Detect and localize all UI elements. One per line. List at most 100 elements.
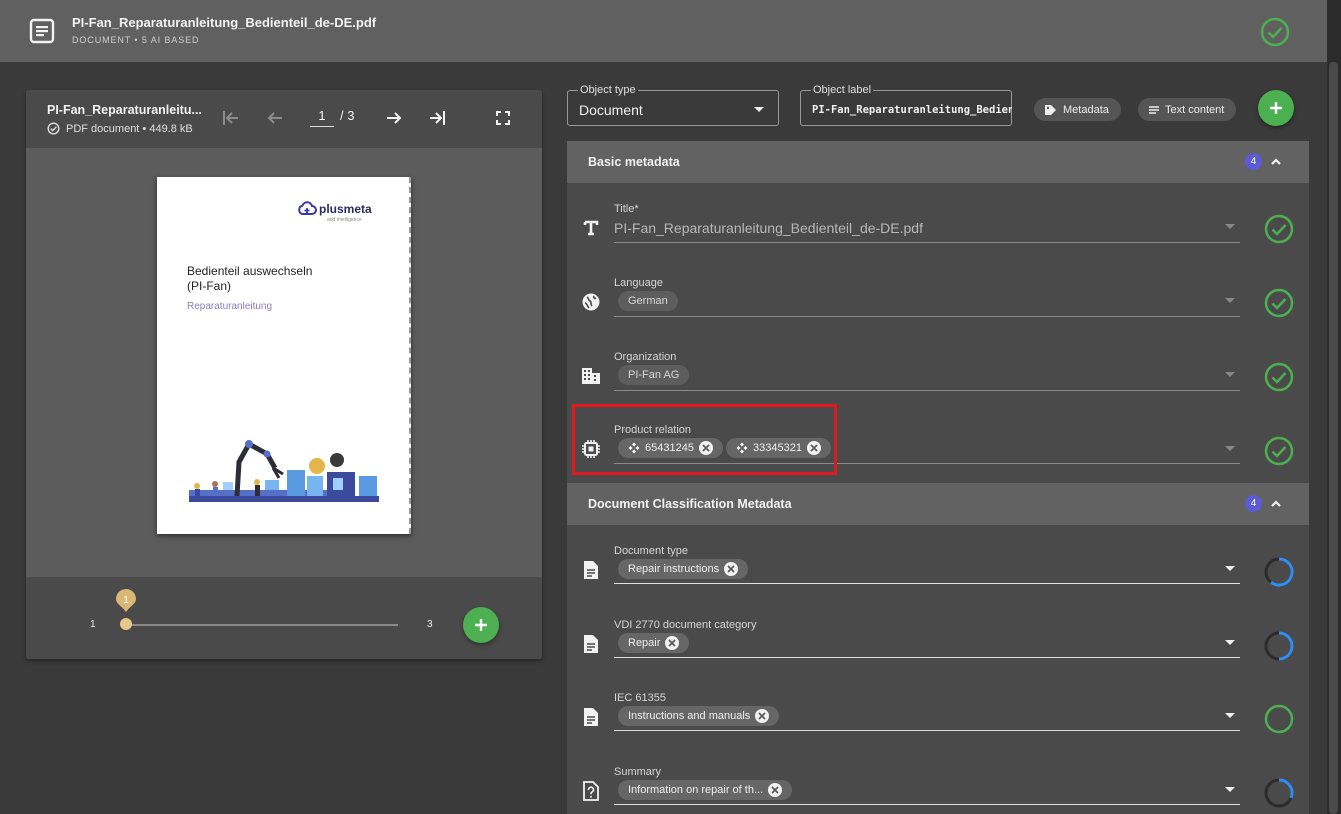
document-subtitle: DOCUMENT • 5 AI BASED (72, 35, 200, 45)
document-type-underline (614, 583, 1240, 584)
remove-chip-button[interactable] (755, 709, 770, 723)
pdf-page-preview: plusmeta add intelligence Bedienteil aus… (157, 177, 411, 534)
slider-value-bubble: 1 (116, 589, 136, 612)
progress-spinner-icon (1264, 557, 1294, 587)
vdi-category-chip[interactable]: Repair (618, 633, 690, 653)
next-page-button[interactable] (382, 106, 406, 130)
slider-max-label: 3 (427, 619, 433, 630)
remove-chip-button[interactable] (665, 636, 680, 650)
organization-label: Organization (614, 351, 677, 363)
arrow-right-icon (387, 112, 402, 124)
title-value[interactable]: PI-Fan_Reparaturanleitung_Bedienteil_de-… (614, 220, 923, 236)
file-document-icon (580, 559, 602, 581)
title-dropdown-icon[interactable] (1225, 224, 1235, 229)
document-type-label: Document type (614, 545, 688, 557)
page-slider-track[interactable] (126, 624, 398, 626)
page-slider-handle[interactable] (120, 618, 132, 630)
logo-tagline: add intelligence (327, 217, 362, 223)
section-title: Basic metadata (588, 155, 680, 169)
add-page-button[interactable] (463, 607, 499, 643)
chip-text: Repair (628, 637, 661, 649)
page-slider-bar: 1 1 3 (26, 577, 542, 659)
title-underline (614, 242, 1240, 243)
file-document-icon (580, 706, 602, 728)
organization-dropdown-icon[interactable] (1225, 372, 1235, 377)
viewer-title: PI-Fan_Reparaturanleitu... (47, 103, 202, 117)
remove-chip-button[interactable] (724, 562, 739, 576)
close-icon (758, 712, 766, 720)
logo-text: plusmeta (319, 202, 372, 216)
iec-label: IEC 61355 (614, 692, 666, 704)
metadata-button-label: Metadata (1063, 103, 1109, 116)
scrollbar-thumb[interactable] (1329, 62, 1338, 814)
cloud-logo-icon (298, 201, 317, 215)
highlight-box (572, 404, 837, 475)
classification-metadata-header[interactable]: Document Classification Metadata 4 (567, 483, 1309, 525)
first-page-button[interactable] (219, 106, 243, 130)
count-badge: 4 (1245, 495, 1262, 512)
object-label-field[interactable]: Object label PI-Fan_Reparaturanleitung_B… (800, 84, 1012, 126)
organization-underline (614, 390, 1240, 391)
document-type-chip[interactable]: Repair instructions (618, 559, 749, 579)
chip-text: Instructions and manuals (628, 710, 751, 722)
preview-subheading: Reparaturanleitung (187, 301, 273, 312)
language-underline (614, 316, 1240, 317)
factory-illustration (189, 440, 379, 502)
status-circle-icon (1264, 704, 1294, 734)
vdi-category-dropdown-icon[interactable] (1225, 640, 1235, 645)
previous-page-button[interactable] (263, 106, 287, 130)
text-content-button-label: Text content (1165, 103, 1225, 116)
text-lines-icon (1149, 105, 1159, 114)
preview-heading-line2: (PI-Fan) (187, 279, 232, 293)
last-page-button[interactable] (425, 106, 449, 130)
check-badge-icon (47, 122, 60, 135)
summary-chip[interactable]: Information on repair of th... (618, 780, 793, 800)
check-circle-icon (1264, 288, 1294, 318)
chip-text: German (628, 295, 668, 307)
add-object-button[interactable] (1258, 90, 1294, 126)
check-circle-icon (1264, 362, 1294, 392)
basic-metadata-header[interactable]: Basic metadata 4 (567, 141, 1309, 183)
progress-spinner-icon (1264, 631, 1294, 661)
page-number-input[interactable]: 1 (310, 108, 334, 127)
remove-chip-button[interactable] (768, 783, 783, 797)
page-total: / 3 (340, 108, 355, 123)
iec-dropdown-icon[interactable] (1225, 713, 1235, 718)
preview-heading: Bedienteil auswechseln (PI-Fan) (187, 264, 312, 294)
language-chip[interactable]: German (618, 291, 678, 311)
close-icon (771, 786, 779, 794)
vdi-category-label: VDI 2770 document category (614, 619, 757, 631)
check-circle-icon (1264, 436, 1294, 466)
object-type-label: Object type (578, 84, 638, 96)
document-icon (29, 18, 55, 44)
summary-dropdown-icon[interactable] (1225, 787, 1235, 792)
chip-text: Repair instructions (628, 563, 720, 575)
plus-icon (475, 619, 487, 631)
viewer-toolbar: PI-Fan_Reparaturanleitu... PDF document … (26, 90, 542, 148)
metadata-button[interactable]: Metadata (1034, 98, 1121, 121)
plusmeta-logo: plusmeta (297, 201, 372, 217)
text-content-button[interactable]: Text content (1138, 98, 1237, 121)
count-badge: 4 (1245, 153, 1262, 170)
close-icon (668, 639, 676, 647)
close-icon (727, 565, 735, 573)
object-type-select[interactable]: Object type Document (567, 84, 779, 126)
chevron-up-icon[interactable] (1269, 155, 1283, 169)
chip-text: PI-Fan AG (628, 369, 680, 381)
fullscreen-button[interactable] (491, 106, 515, 130)
iec-chip[interactable]: Instructions and manuals (618, 706, 780, 726)
arrow-left-icon (267, 112, 282, 124)
chip-text: Information on repair of th... (628, 784, 764, 796)
object-label-label: Object label (811, 84, 874, 96)
preview-heading-line1: Bedienteil auswechseln (187, 264, 313, 278)
app-header: PI-Fan_Reparaturanleitung_Bedienteil_de-… (0, 0, 1327, 62)
product-relation-dropdown-icon[interactable] (1225, 446, 1235, 451)
chevron-up-icon[interactable] (1269, 497, 1283, 511)
document-type-dropdown-icon[interactable] (1225, 566, 1235, 571)
tag-icon (1045, 104, 1056, 115)
object-type-value: Document (579, 102, 643, 118)
organization-chip[interactable]: PI-Fan AG (618, 365, 690, 385)
file-question-icon (580, 780, 602, 802)
language-dropdown-icon[interactable] (1225, 298, 1235, 303)
fullscreen-icon (496, 111, 510, 125)
